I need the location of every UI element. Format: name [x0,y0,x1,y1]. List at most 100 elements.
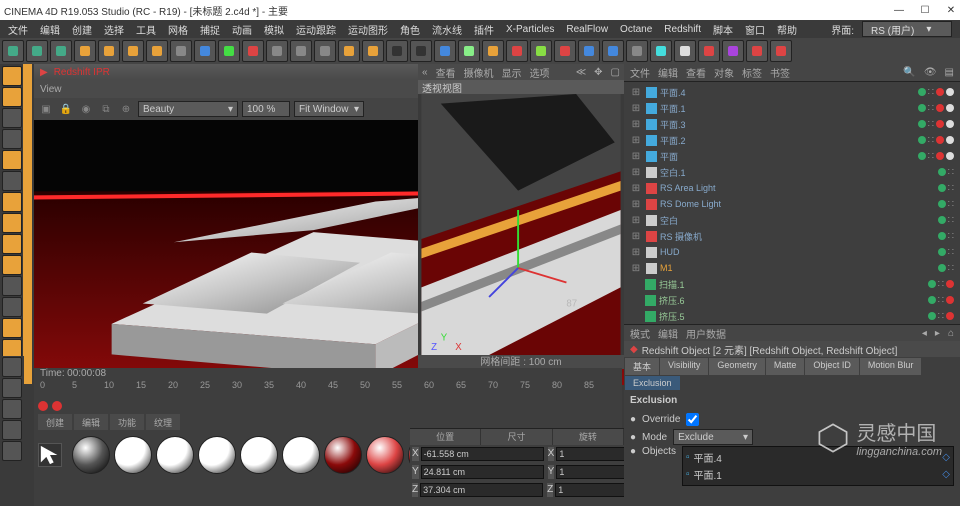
toolbar-btn-2[interactable] [50,40,72,62]
ipr-target-icon[interactable]: ⊕ [118,101,134,117]
persp-menu[interactable]: 选项 [530,65,550,80]
toolbar-btn-32[interactable] [770,40,792,62]
toolbar-btn-24[interactable] [578,40,600,62]
material-tab-3[interactable]: 纹理 [146,414,180,430]
maximize-button[interactable]: ☐ [920,5,930,16]
ipr-copy-icon[interactable]: ⧉ [98,101,114,117]
material-tab-1[interactable]: 编辑 [74,414,108,430]
tag[interactable] [946,296,954,304]
expand-icon[interactable]: ⊞ [630,118,642,130]
vis-dot[interactable] [918,136,926,144]
layer-dot[interactable]: ∷ [948,247,954,258]
toolbar-btn-22[interactable] [530,40,552,62]
menu-17[interactable]: Redshift [660,24,705,35]
autokey-button[interactable] [52,401,62,411]
left-tool-9[interactable] [2,255,22,275]
minimize-button[interactable]: — [894,5,904,16]
material-ball-6[interactable] [324,436,362,474]
layer-dot[interactable]: ∷ [928,103,934,114]
pos-X[interactable] [421,447,544,461]
om-item[interactable]: ⊞HUD∷ [626,244,958,260]
pos-Z[interactable] [420,483,543,497]
layer-dot[interactable]: ∷ [928,151,934,162]
vis-dot[interactable] [918,120,926,128]
menu-14[interactable]: X-Particles [502,24,558,35]
expand-icon[interactable]: ⊞ [630,246,642,258]
left-tool-0[interactable] [2,66,22,86]
layer-dot[interactable]: ∷ [948,183,954,194]
toolbar-btn-21[interactable] [506,40,528,62]
expand-icon[interactable]: ⊞ [630,166,642,178]
layer-dot[interactable]: ∷ [938,311,944,322]
attr-menu[interactable]: 用户数据 [686,326,726,341]
attr-menu[interactable]: 模式 [630,326,650,341]
attr-menu[interactable]: 编辑 [658,326,678,341]
menu-4[interactable]: 工具 [132,22,160,37]
menu-10[interactable]: 运动图形 [344,22,392,37]
layer-dot[interactable]: ∷ [928,87,934,98]
toolbar-btn-29[interactable] [698,40,720,62]
menu-0[interactable]: 文件 [4,22,32,37]
om-item[interactable]: ⊞空白.1∷ [626,164,958,180]
left-tool-6[interactable] [2,192,22,212]
menu-3[interactable]: 选择 [100,22,128,37]
material-ball-7[interactable] [366,436,404,474]
material-tab-2[interactable]: 功能 [110,414,144,430]
vis-dot[interactable] [938,168,946,176]
om-item[interactable]: ⊞平面.4∷ [626,84,958,100]
persp-max-icon[interactable]: ▢ [611,67,620,78]
toolbar-btn-8[interactable] [194,40,216,62]
om-menu[interactable]: 查看 [686,65,706,80]
layer-dot[interactable]: ∷ [938,279,944,290]
ipr-zoom[interactable]: 100 % [242,101,290,117]
om-item[interactable]: ⊞平面∷ [626,148,958,164]
layer-dot[interactable]: ∷ [948,199,954,210]
ipr-view-tab[interactable]: View [40,84,62,95]
persp-menu[interactable]: 摄像机 [464,65,494,80]
vis-dot[interactable] [918,88,926,96]
om-menu[interactable]: 文件 [630,65,650,80]
left-tool-5[interactable] [2,171,22,191]
menu-7[interactable]: 动画 [228,22,256,37]
vis-dot[interactable] [928,280,936,288]
mode-select[interactable]: Exclude▾ [673,429,753,445]
ipr-lock-icon[interactable]: 🔒 [58,101,74,117]
om-item[interactable]: ⊞平面.2∷ [626,132,958,148]
persp-move-icon[interactable]: ✥ [594,67,602,78]
toolbar-btn-7[interactable] [170,40,192,62]
bottom-tool-2[interactable] [2,399,22,419]
toolbar-btn-27[interactable] [650,40,672,62]
menu-9[interactable]: 运动跟踪 [292,22,340,37]
toolbar-btn-20[interactable] [482,40,504,62]
menu-18[interactable]: 脚本 [709,22,737,37]
link-icon[interactable]: ◇ [942,469,950,480]
menu-2[interactable]: 创建 [68,22,96,37]
expand-icon[interactable]: ⊞ [630,262,642,274]
left-tool-12[interactable] [2,318,22,338]
om-eye-icon[interactable]: 👁 [924,67,937,78]
layer-dot[interactable]: ∷ [928,119,934,130]
menu-15[interactable]: RealFlow [562,24,612,35]
toolbar-btn-17[interactable] [410,40,432,62]
vis-dot[interactable] [938,248,946,256]
persp-menu[interactable]: 查看 [436,65,456,80]
expand-icon[interactable]: ⊞ [630,150,642,162]
material-ball-4[interactable] [240,436,278,474]
layer-dot[interactable]: ∷ [948,215,954,226]
om-item[interactable]: ⊞RS Dome Light∷ [626,196,958,212]
tag-mat[interactable] [946,136,954,144]
tag-rs[interactable] [936,120,944,128]
objects-list[interactable]: ▫平面.4◇▫平面.1◇ [682,446,954,486]
vis-dot[interactable] [938,216,946,224]
bottom-tool-0[interactable] [2,357,22,377]
excl-obj[interactable]: 平面.1 [694,467,722,482]
menu-11[interactable]: 角色 [396,22,424,37]
vis-dot[interactable] [928,312,936,320]
layer-dot[interactable]: ∷ [938,295,944,306]
left-tool-8[interactable] [2,234,22,254]
om-item[interactable]: 扫描.1∷ [626,276,958,292]
om-item[interactable]: ⊞RS Area Light∷ [626,180,958,196]
tag[interactable] [946,312,954,320]
bottom-tool-3[interactable] [2,420,22,440]
vis-dot[interactable] [928,296,936,304]
